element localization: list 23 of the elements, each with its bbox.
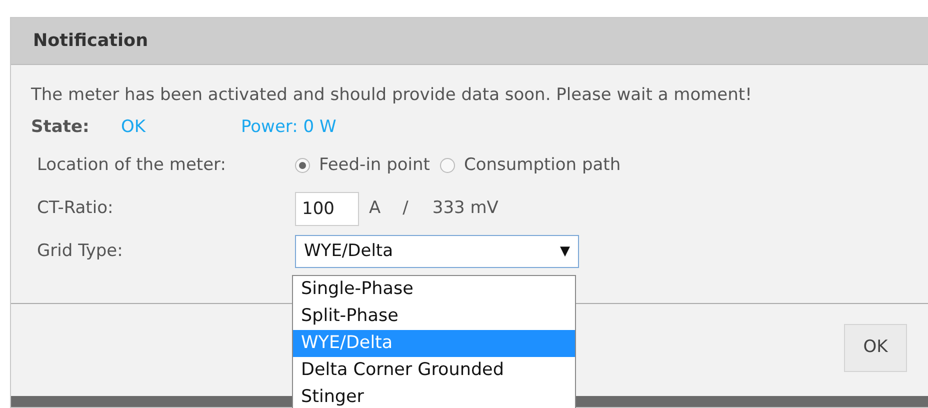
unit-label: A bbox=[369, 196, 381, 220]
ct-ratio-field[interactable]: 100 bbox=[295, 192, 359, 226]
radio-label[interactable]: Feed-in point bbox=[319, 152, 430, 178]
message-text: The meter has been activated and should provide data soon. Please wait a moment! bbox=[31, 84, 753, 107]
field-label: Grid Type: bbox=[36, 240, 124, 263]
dropdown-option[interactable]: Single-Phase bbox=[293, 276, 575, 303]
grid-type-select[interactable]: WYE/Delta ▼ bbox=[295, 235, 579, 268]
field-label: CT-Ratio: bbox=[36, 196, 114, 220]
dropdown-option[interactable]: Stinger bbox=[293, 384, 575, 408]
dropdown-option[interactable]: Delta Corner Grounded bbox=[293, 357, 575, 384]
field-label: Location of the meter: bbox=[36, 154, 227, 177]
ok-button[interactable]: OK bbox=[844, 324, 907, 372]
separator-text: / bbox=[402, 196, 408, 220]
dropdown-option[interactable]: Split-Phase bbox=[293, 303, 575, 330]
radio-label[interactable]: Consumption path bbox=[464, 152, 621, 178]
state-label: State: bbox=[31, 116, 90, 140]
radio-button[interactable] bbox=[295, 158, 310, 173]
voltage-label: 333 mV bbox=[432, 196, 498, 220]
radio-button[interactable] bbox=[440, 158, 455, 173]
dialog-title: Notification bbox=[11, 18, 928, 65]
power-value: Power: 0 W bbox=[241, 116, 336, 140]
caret-icon: ▼ bbox=[560, 242, 570, 262]
state-value: OK bbox=[121, 116, 147, 140]
